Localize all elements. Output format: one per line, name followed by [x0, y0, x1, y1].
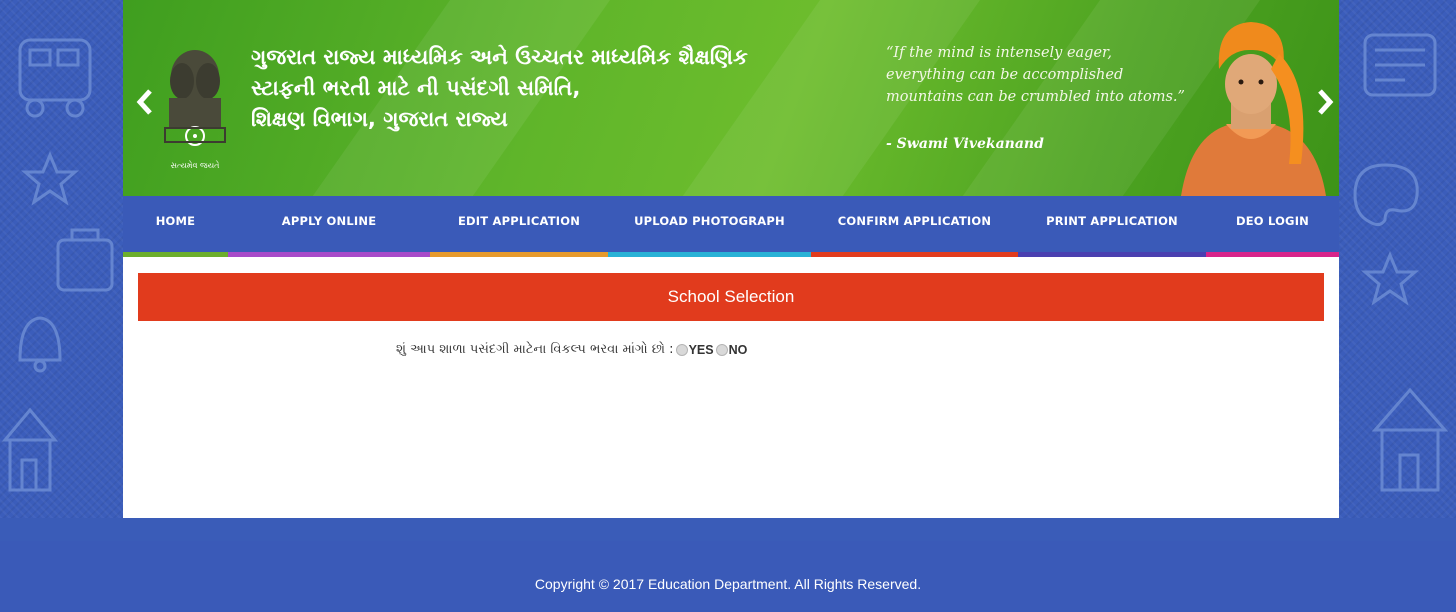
section-title: School Selection [667, 287, 795, 306]
nav-home-label: HOME [155, 214, 196, 228]
nav-upload-photograph[interactable]: UPLOAD PHOTOGRAPH [608, 196, 811, 257]
header-banner: સત્યમેવ જયતે ગુજરાત રાજ્ય માધ્યમિક અને ઉ… [123, 0, 1339, 196]
nav-print-application[interactable]: PRINT APPLICATION [1018, 196, 1206, 257]
doodle-star-icon [20, 151, 80, 206]
doodle-bell-icon [18, 316, 62, 373]
no-radio-label[interactable]: NO [729, 343, 748, 357]
chevron-left-icon [136, 89, 152, 115]
banner-next-arrow[interactable] [1311, 82, 1339, 122]
nav-deo-login[interactable]: DEO LOGIN [1206, 196, 1339, 257]
banner-title-line-3: શિક્ષણ વિભાગ, ગુજરાત રાજ્ય [251, 107, 508, 131]
nav-upload-photograph-label: UPLOAD PHOTOGRAPH [634, 214, 785, 228]
banner-title: ગુજરાત રાજ્ય માધ્યમિક અને ઉચ્ચતર માધ્યમિ… [251, 42, 748, 135]
question-text: શું આપ શાળા પસંદગી માટેના વિકલ્પ ભરવા મા… [396, 342, 674, 357]
nav-home[interactable]: HOME [123, 196, 228, 257]
quote-author: - Swami Vivekanand [886, 136, 1044, 152]
main-container: સત્યમેવ જયતે ગુજરાત રાજ્ય માધ્યમિક અને ઉ… [123, 0, 1339, 518]
section-title-bar: School Selection [138, 273, 1324, 321]
school-selection-question: શું આપ શાળા પસંદગી માટેના વિકલ્પ ભરવા મા… [396, 342, 747, 357]
nav-edit-application[interactable]: EDIT APPLICATION [430, 196, 608, 257]
main-nav: HOME APPLY ONLINE EDIT APPLICATION UPLOA… [123, 196, 1339, 257]
quote-line-1: “If the mind is intensely eager, [886, 45, 1112, 61]
nav-apply-online[interactable]: APPLY ONLINE [228, 196, 430, 257]
doodle-book-icon [1363, 33, 1437, 97]
nav-print-application-label: PRINT APPLICATION [1046, 214, 1178, 228]
yes-radio[interactable] [675, 343, 688, 356]
nav-apply-online-label: APPLY ONLINE [281, 214, 377, 228]
doodle-bag-icon [56, 228, 114, 292]
quote-line-2: everything can be accomplished [886, 67, 1124, 83]
doodle-house-icon [1, 407, 59, 492]
nav-edit-application-label: EDIT APPLICATION [457, 214, 581, 228]
copyright-text: Copyright © 2017 Education Department. A… [534, 575, 922, 592]
doodle-palette-icon [1353, 163, 1419, 227]
footer: Copyright © 2017 Education Department. A… [0, 541, 1456, 612]
doodle-star-icon [1360, 251, 1420, 306]
nav-deo-login-label: DEO LOGIN [1235, 214, 1310, 228]
vivekananda-portrait [1181, 22, 1326, 196]
doodle-house-icon [1371, 387, 1449, 492]
nav-confirm-application[interactable]: CONFIRM APPLICATION [811, 196, 1018, 257]
svg-text:સત્યમેવ જયતે: સત્યમેવ જયતે [171, 160, 220, 170]
doodle-bus-icon [18, 38, 92, 118]
banner-title-line-2: સ્ટાફની ભરતી માટે ની પસંદગી સમિતિ, [251, 76, 581, 100]
national-emblem-icon: સત્યમેવ જયતે [164, 50, 226, 170]
no-radio[interactable] [715, 343, 728, 356]
banner-title-line-1: ગુજરાત રાજ્ય માધ્યમિક અને ઉચ્ચતર માધ્યમિ… [251, 45, 748, 69]
chevron-right-icon [1318, 89, 1334, 115]
yes-radio-label[interactable]: YES [689, 343, 714, 357]
banner-quote: “If the mind is intensely eager, everyth… [886, 42, 1185, 108]
quote-line-3: mountains can be crumbled into atoms.” [886, 89, 1185, 105]
nav-confirm-application-label: CONFIRM APPLICATION [837, 214, 992, 228]
